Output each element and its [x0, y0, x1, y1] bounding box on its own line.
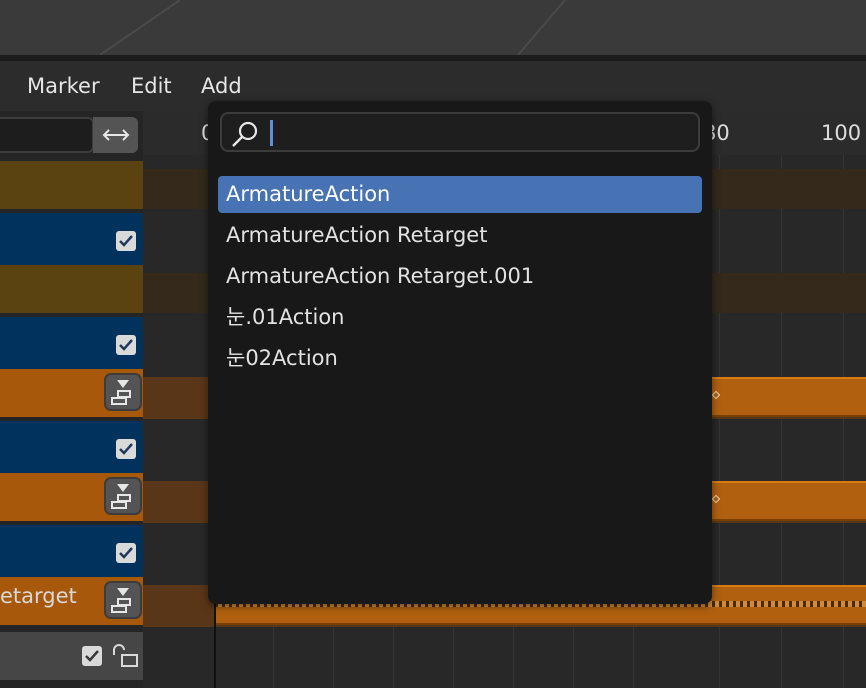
action-search-popup: ArmatureAction ArmatureAction Retarget A… — [208, 101, 712, 604]
result-item[interactable]: 눈.01Action — [218, 299, 702, 336]
check-icon — [119, 547, 133, 559]
ruler-label: 100 — [821, 121, 862, 145]
push-down-button[interactable] — [104, 581, 142, 619]
track-checkbox[interactable] — [116, 335, 136, 355]
object-checkbox[interactable] — [82, 646, 102, 666]
channel-track-row[interactable] — [0, 421, 143, 473]
menu-marker[interactable]: Marker — [27, 72, 100, 100]
track-checkbox[interactable] — [116, 543, 136, 563]
action-track-label: etarget — [0, 584, 77, 608]
push-down-icon — [111, 588, 131, 613]
track-checkbox[interactable] — [116, 439, 136, 459]
channel-filter-input[interactable] — [0, 117, 94, 153]
check-icon — [119, 235, 133, 247]
unlock-icon[interactable] — [110, 643, 140, 669]
push-down-icon — [111, 484, 131, 509]
channel-swap-button[interactable] — [93, 117, 138, 153]
channel-action-row[interactable] — [0, 473, 143, 521]
menu-edit[interactable]: Edit — [131, 72, 172, 100]
push-down-icon — [111, 380, 131, 405]
result-item[interactable]: 눈02Action — [218, 340, 702, 377]
search-results-list: ArmatureAction ArmatureAction Retarget A… — [218, 176, 702, 381]
push-down-button[interactable] — [104, 477, 142, 515]
viewport-grid-lines — [99, 0, 566, 55]
check-icon — [85, 650, 99, 662]
channel-action-row[interactable]: etarget — [0, 577, 143, 625]
horizontal-double-arrow-icon — [102, 129, 129, 141]
channel-object-row[interactable] — [0, 161, 143, 209]
viewport-area[interactable] — [0, 0, 866, 55]
channel-track-row[interactable] — [0, 213, 143, 265]
result-item[interactable]: ArmatureAction — [218, 176, 702, 213]
channel-track-row[interactable] — [0, 525, 143, 577]
check-icon — [119, 339, 133, 351]
channel-object-row[interactable] — [0, 632, 143, 680]
channel-object-row[interactable] — [0, 265, 143, 313]
track-checkbox[interactable] — [116, 231, 136, 251]
text-cursor — [270, 120, 273, 146]
channel-track-row[interactable] — [0, 317, 143, 369]
menu-add[interactable]: Add — [201, 72, 242, 100]
check-icon — [119, 443, 133, 455]
search-field[interactable] — [220, 112, 700, 152]
result-item[interactable]: ArmatureAction Retarget.001 — [218, 258, 702, 295]
result-item[interactable]: ArmatureAction Retarget — [218, 217, 702, 254]
channel-list: etarget — [0, 111, 143, 688]
channel-action-row[interactable] — [0, 369, 143, 417]
search-input[interactable] — [268, 116, 688, 148]
magnifier-icon — [230, 119, 260, 149]
push-down-button[interactable] — [104, 373, 142, 411]
